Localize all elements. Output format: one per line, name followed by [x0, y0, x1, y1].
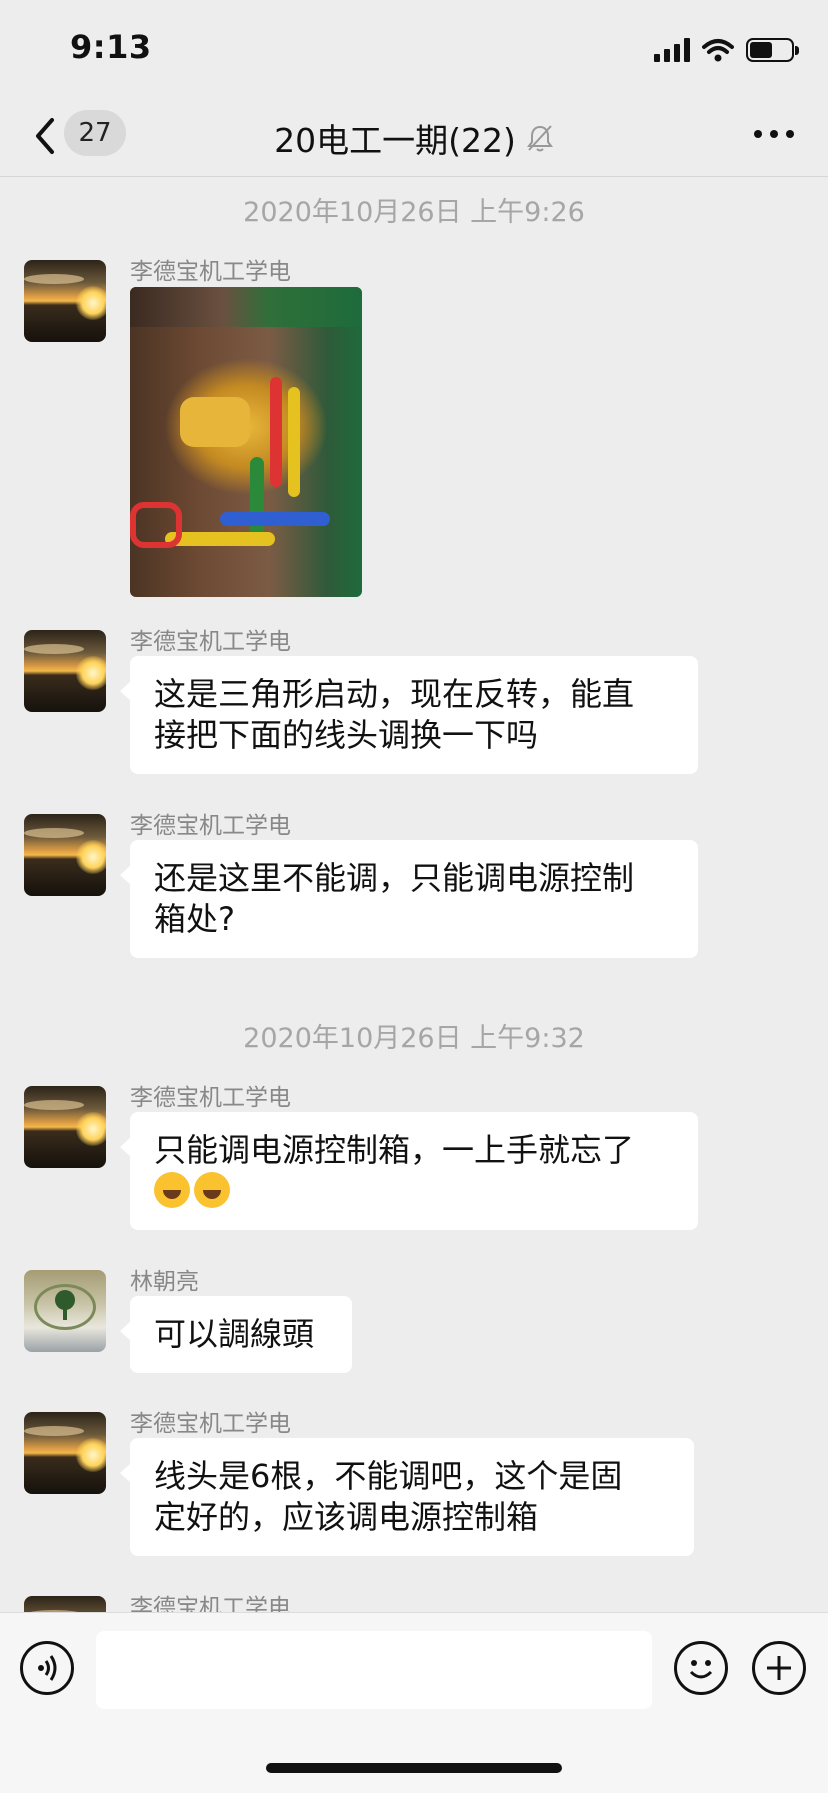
- message-bubble[interactable]: 这是三角形启动，现在反转，能直 接把下面的线头调换一下吗: [120, 656, 698, 774]
- message-line: 定好的，应该调电源控制箱: [154, 1498, 539, 1536]
- avatar[interactable]: [24, 260, 106, 342]
- sender-name: 李德宝机工学电: [130, 1085, 291, 1111]
- message-bubble[interactable]: 可以調線頭: [120, 1296, 352, 1373]
- avatar[interactable]: [24, 1086, 106, 1168]
- message-timestamp: 2020年10月26日 上午9:26: [243, 197, 585, 228]
- message-timestamp: 2020年10月26日 上午9:32: [243, 1023, 585, 1054]
- status-bar: 9:13: [0, 0, 828, 100]
- sender-name: 林朝亮: [130, 1269, 199, 1295]
- sender-name: 李德宝机工学电: [130, 813, 291, 839]
- group-chat-title: 20电工一期(22): [274, 121, 516, 160]
- message-line: 还是这里不能调，只能调电源控制: [154, 859, 635, 897]
- chat-title-area: 20电工一期(22): [0, 114, 828, 162]
- message-bubble[interactable]: 只能调电源控制箱，一上手就忘了: [120, 1112, 698, 1230]
- laughing-crying-emoji-icon: [154, 1172, 190, 1208]
- avatar[interactable]: [24, 630, 106, 712]
- laughing-crying-emoji-icon: [194, 1172, 230, 1208]
- message-bubble[interactable]: 还是这里不能调，只能调电源控制 箱处?: [120, 840, 698, 958]
- emoji-icon[interactable]: [674, 1641, 728, 1695]
- more-options-icon[interactable]: [754, 124, 794, 144]
- chat-header: 27 20电工一期(22): [0, 100, 828, 177]
- sender-name: 李德宝机工学电: [130, 259, 291, 285]
- emoji-line: [154, 1171, 674, 1212]
- message-line: 线头是6根，不能调吧，这个是固: [154, 1457, 623, 1495]
- message-bubble[interactable]: 线头是6根，不能调吧，这个是固 定好的，应该调电源控制箱: [120, 1438, 694, 1556]
- image-message[interactable]: [130, 287, 362, 597]
- voice-input-icon[interactable]: [20, 1641, 74, 1695]
- message-input[interactable]: [96, 1631, 652, 1709]
- avatar[interactable]: [24, 814, 106, 896]
- muted-bell-icon: [526, 125, 553, 152]
- home-indicator: [266, 1763, 562, 1773]
- message-line: 这是三角形启动，现在反转，能直: [154, 675, 635, 713]
- cellular-signal-icon: [654, 38, 690, 62]
- avatar[interactable]: [24, 1270, 106, 1352]
- add-attachment-icon[interactable]: [752, 1641, 806, 1695]
- avatar[interactable]: [24, 1412, 106, 1494]
- battery-icon: [746, 38, 799, 62]
- sender-name: 李德宝机工学电: [130, 1411, 291, 1437]
- message-line: 箱处?: [154, 900, 235, 938]
- message-line: 可以調線頭: [154, 1315, 315, 1353]
- wifi-icon: [702, 39, 734, 62]
- message-line: 只能调电源控制箱，一上手就忘了: [154, 1131, 635, 1169]
- status-icons: [654, 36, 799, 64]
- sender-name: 李德宝机工学电: [130, 629, 291, 655]
- clock: 9:13: [70, 28, 152, 66]
- message-line: 接把下面的线头调换一下吗: [154, 716, 539, 754]
